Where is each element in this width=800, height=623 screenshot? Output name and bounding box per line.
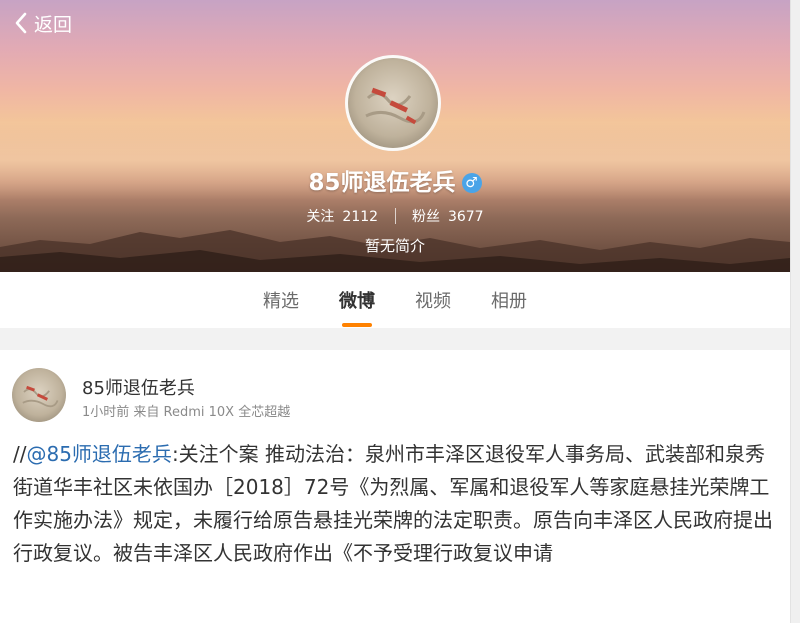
back-label: 返回	[34, 13, 73, 36]
post-body: //@85师退伍老兵:关注个案 推动法治：泉州市丰泽区退役军人事务局、武装部和泉…	[13, 438, 778, 570]
avatar-image	[348, 58, 438, 148]
back-button[interactable]: 返回	[14, 8, 72, 38]
following-count: 2112	[342, 209, 379, 225]
stats-divider	[394, 208, 396, 224]
profile-cover: 返回 85师退伍老兵 ♂ 关注 2112 粉丝 3677 暂无简介	[0, 0, 790, 272]
tab-label: 相册	[491, 291, 527, 312]
post-author-name[interactable]: 85师退伍老兵	[82, 374, 195, 400]
tab-albums[interactable]: 相册	[489, 287, 529, 313]
profile-name: 85师退伍老兵 ♂	[0, 163, 790, 197]
avatar-image	[12, 368, 66, 422]
mention-link[interactable]: @85师退伍老兵	[26, 442, 171, 466]
active-tab-indicator	[342, 323, 372, 327]
followers-label: 粉丝	[411, 209, 440, 225]
chevron-left-icon	[15, 12, 27, 34]
tab-videos[interactable]: 视频	[413, 287, 453, 313]
profile-name-text: 85师退伍老兵	[308, 170, 456, 196]
tab-label: 精选	[263, 291, 299, 312]
profile-bio: 暂无简介	[364, 237, 425, 255]
profile-avatar[interactable]	[345, 55, 441, 151]
following-label: 关注	[306, 209, 335, 225]
post-card: 85师退伍老兵 1小时前 来自 Redmi 10X 全芯超越 //@85师退伍老…	[0, 350, 790, 623]
tab-label: 视频	[415, 291, 451, 312]
male-icon: ♂	[461, 173, 482, 193]
profile-stats: 关注 2112 粉丝 3677	[0, 206, 790, 226]
tab-label: 微博	[339, 291, 375, 312]
followers-count: 3677	[447, 209, 484, 225]
followers-stat[interactable]: 粉丝 3677	[412, 209, 484, 225]
tab-weibo[interactable]: 微博	[337, 287, 377, 327]
following-stat[interactable]: 关注 2112	[306, 209, 378, 225]
tab-featured[interactable]: 精选	[261, 287, 301, 313]
repost-prefix: //	[13, 442, 27, 466]
scrollbar[interactable]	[790, 0, 800, 623]
post-meta: 1小时前 来自 Redmi 10X 全芯超越	[82, 405, 291, 420]
post-author-avatar[interactable]	[12, 368, 66, 422]
profile-tabs: 精选 微博 视频 相册	[0, 272, 790, 328]
